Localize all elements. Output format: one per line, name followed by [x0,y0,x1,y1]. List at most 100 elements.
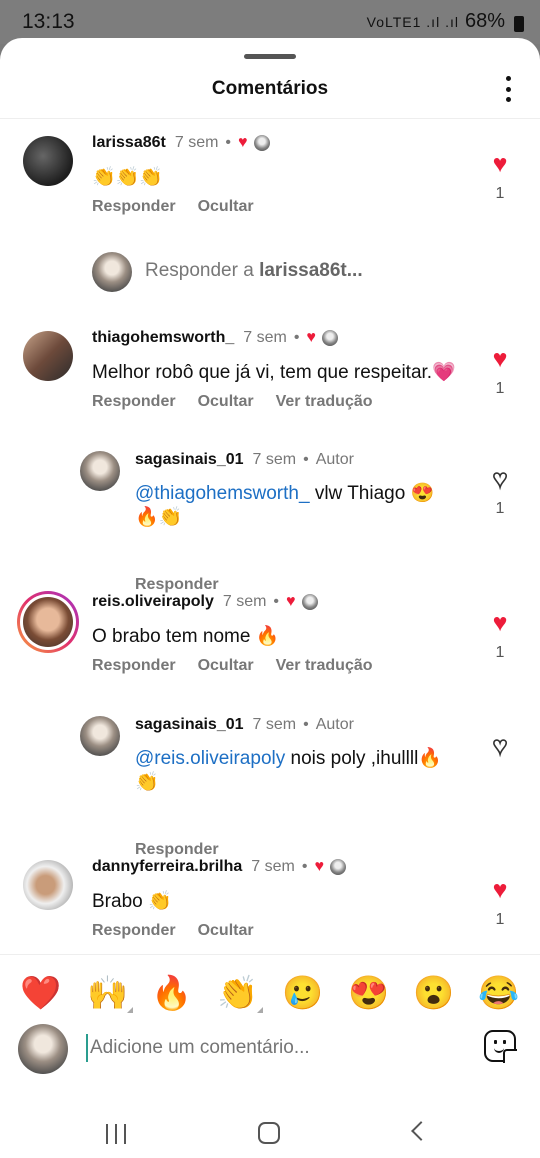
comment-username[interactable]: sagasinais_01 [135,451,244,469]
comment-username[interactable]: larissa86t [92,134,166,152]
comment-meta: sagasinais_01 7 sem • Autor [135,451,354,469]
emoji-surprised-button[interactable]: 😮 [413,973,454,1013]
hide-button[interactable]: Ocultar [198,657,254,675]
comment-text: Brabo 👏 [92,891,172,912]
comment-text: @reis.oliveirapoly nois poly ,ihullll🔥 👏 [135,748,442,793]
heart-filled-icon[interactable]: ♥ [488,878,512,903]
more-vertical-icon[interactable] [502,76,514,102]
emoji-clap-button[interactable]: 👏 [217,973,263,1013]
comment-text: O brabo tem nome 🔥 [92,626,280,647]
like-count: 1 [495,911,505,928]
comment-text: Melhor robô que já vi, tem que respeitar… [92,362,456,383]
avatar[interactable] [23,860,73,910]
reply-button[interactable]: Responder [135,841,219,859]
comment-username[interactable]: thiagohemsworth_ [92,329,234,347]
author-liked-heart-icon: ♥ [306,329,316,346]
hide-button[interactable]: Ocultar [198,922,254,940]
comment-username[interactable]: sagasinais_01 [135,716,244,734]
hide-button[interactable]: Ocultar [198,393,254,411]
reply-button[interactable]: Responder [92,922,176,940]
author-liked-heart-icon: ♥ [286,593,296,610]
hide-button[interactable]: Ocultar [198,198,254,216]
comment-time: 7 sem [252,451,297,468]
comment-meta: thiagohemsworth_ 7 sem • ♥ [92,329,338,347]
signal-icon: VoLTE1 .ıl .ıl [366,13,459,30]
home-icon[interactable] [258,1122,280,1144]
comment-time: 7 sem [252,716,297,733]
recents-icon[interactable] [106,1124,126,1144]
emoji-quick-bar: ❤️ 🙌 🔥 👏 🥲 😍 😮 😂 [0,954,540,1024]
reply-prompt[interactable]: Responder a larissa86t... [92,252,532,292]
status-time: 13:13 [22,10,75,33]
like-count: 1 [495,185,505,202]
avatar[interactable] [80,716,120,756]
avatar [92,252,132,292]
avatar[interactable] [23,331,73,381]
comment-time: 7 sem [222,593,267,610]
like-toggle[interactable]: ♥ 1 [488,611,512,662]
battery-level: 68% [464,10,505,32]
comment-meta: sagasinais_01 7 sem • Autor [135,716,354,734]
comment-text: @thiagohemsworth_ vlw Thiago 😍 🔥👏 [135,483,435,528]
avatar[interactable] [23,136,73,186]
comment-actions: Responder Ocultar Ver tradução [92,393,395,411]
reply-button[interactable]: Responder [92,198,176,216]
system-nav-bar [0,1106,540,1158]
back-icon[interactable] [411,1121,431,1141]
author-liked-heart-icon: ♥ [238,134,248,151]
heart-outline-icon[interactable]: ♥ [488,733,512,760]
comment-actions: Responder Ocultar Ver tradução [92,657,395,675]
comment-username[interactable]: dannyferreira.brilha [92,858,242,876]
reply-button[interactable]: Responder [92,393,176,411]
reply-button[interactable]: Responder [92,657,176,675]
heart-filled-icon[interactable]: ♥ [488,152,512,177]
like-toggle[interactable]: ♥ 1 [488,347,512,398]
like-toggle[interactable]: ♥ 1 [488,466,512,518]
status-icons: VoLTE1 .ıl .ıl 68% [367,10,524,33]
mention-link[interactable]: @thiagohemsworth_ [135,483,310,504]
translate-button[interactable]: Ver tradução [276,657,373,675]
author-badge: Autor [315,451,354,468]
like-count: 1 [495,500,505,517]
avatar[interactable] [80,451,120,491]
reply-prompt-username: larissa86t... [259,260,363,281]
avatar[interactable] [23,597,73,647]
comment-actions: Responder Ocultar [92,922,276,940]
reply-button[interactable]: Responder [135,576,219,594]
drag-handle[interactable] [244,54,296,59]
comment-actions: Responder [135,841,241,859]
author-avatar-mini [329,859,346,875]
emoji-raising-hands-button[interactable]: 🙌 [87,973,133,1013]
mention-link[interactable]: @reis.oliveirapoly [135,748,285,769]
sheet-title: Comentários [211,78,329,99]
like-toggle[interactable]: ♥ 1 [488,878,512,929]
comment-time: 7 sem [174,134,219,151]
reply-prompt-prefix: Responder a [145,260,254,281]
comment-time: 7 sem [243,329,287,346]
heart-outline-icon[interactable]: ♥ [488,466,512,493]
like-count: 1 [495,644,505,661]
comment-text: 👏👏👏 [92,167,163,188]
heart-filled-icon[interactable]: ♥ [488,347,512,372]
author-avatar-mini [253,135,270,151]
avatar [18,1024,68,1074]
emoji-heart-button[interactable]: ❤️ [20,973,61,1013]
translate-button[interactable]: Ver tradução [276,393,373,411]
comment-username[interactable]: reis.oliveirapoly [92,593,214,611]
author-avatar-mini [321,330,338,346]
battery-icon [514,15,524,32]
like-toggle[interactable]: ♥ [488,733,512,760]
heart-filled-icon[interactable]: ♥ [488,611,512,636]
sticker-icon[interactable] [484,1030,517,1063]
emoji-tear-smile-button[interactable]: 🥲 [282,973,323,1013]
like-count: 1 [495,380,505,397]
emoji-heart-eyes-button[interactable]: 😍 [348,973,389,1013]
emoji-fire-button[interactable]: 🔥 [151,973,192,1013]
emoji-laughing-button[interactable]: 😂 [478,973,519,1013]
like-toggle[interactable]: ♥ 1 [488,152,512,203]
comment-input[interactable] [86,1034,446,1062]
comment-meta: dannyferreira.brilha 7 sem • ♥ [92,858,346,876]
header-divider [0,118,540,119]
comment-time: 7 sem [251,858,295,875]
comment-actions: Responder [135,576,241,594]
